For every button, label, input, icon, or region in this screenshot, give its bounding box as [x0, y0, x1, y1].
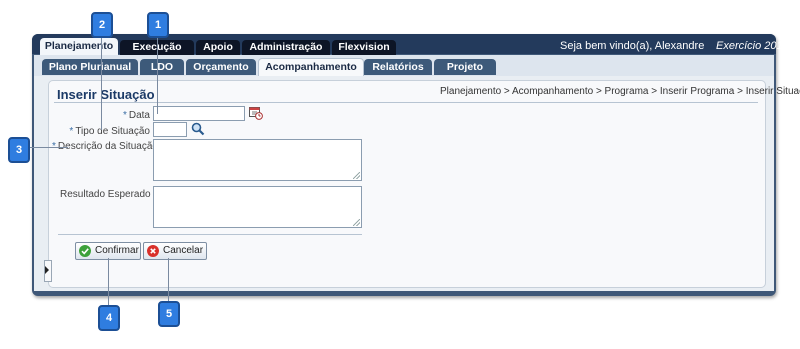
tab-administracao[interactable]: Administração [242, 40, 330, 55]
tipo-situacao-label: * Tipo de Situação [69, 126, 150, 137]
subtab-relatorios[interactable]: Relatórios [364, 59, 432, 75]
tipo-situacao-input[interactable] [153, 122, 187, 137]
resize-grip-icon[interactable] [353, 172, 360, 179]
resize-grip-icon[interactable] [353, 219, 360, 226]
expand-arrow-icon [45, 266, 49, 274]
tab-apoio[interactable]: Apoio [196, 40, 240, 55]
subtab-ldo[interactable]: LDO [140, 59, 184, 75]
callout-1: 1 [147, 12, 169, 38]
subtab-projeto[interactable]: Projeto [434, 59, 496, 75]
confirm-label: Confirmar [95, 245, 139, 256]
callout-4: 4 [98, 305, 120, 331]
fiscal-year-label: Exercício 2013 [716, 40, 789, 52]
check-icon [79, 245, 91, 257]
calendar-icon[interactable] [249, 106, 263, 120]
resultado-esperado-label: Resultado Esperado [60, 189, 151, 200]
search-icon[interactable] [191, 122, 205, 136]
subtab-acompanhamento[interactable]: Acompanhamento [258, 58, 364, 77]
welcome-message: Seja bem vindo(a), Alexandre [560, 40, 705, 52]
cancel-button[interactable]: Cancelar [143, 242, 207, 260]
callout-5: 5 [158, 301, 180, 327]
callout-3: 3 [8, 137, 30, 163]
callout-5-leader [168, 258, 169, 302]
callout-2-leader [101, 30, 102, 130]
title-divider [54, 102, 758, 103]
data-input[interactable] [153, 106, 245, 121]
callout-2: 2 [91, 12, 113, 38]
resultado-esperado-textarea[interactable] [153, 186, 362, 228]
callout-4-leader [108, 258, 109, 306]
descricao-situacao-textarea[interactable] [153, 139, 362, 181]
subtab-plano-plurianual[interactable]: Plano Plurianual [42, 59, 138, 75]
page-title: Inserir Situação [57, 87, 155, 102]
subtab-orcamento[interactable]: Orçamento [186, 59, 256, 75]
cancel-x-icon [147, 245, 159, 257]
tab-flexvision[interactable]: Flexvision [332, 40, 396, 55]
cancel-label: Cancelar [163, 245, 204, 256]
side-panel-toggle[interactable] [44, 260, 52, 282]
form-divider [58, 234, 362, 235]
breadcrumb: Planejamento > Acompanhamento > Programa… [440, 86, 800, 97]
data-label: * Data [122, 110, 150, 121]
tab-planejamento[interactable]: Planejamento [40, 38, 118, 55]
callout-3-leader [28, 147, 68, 148]
callout-1-leader [157, 31, 158, 114]
